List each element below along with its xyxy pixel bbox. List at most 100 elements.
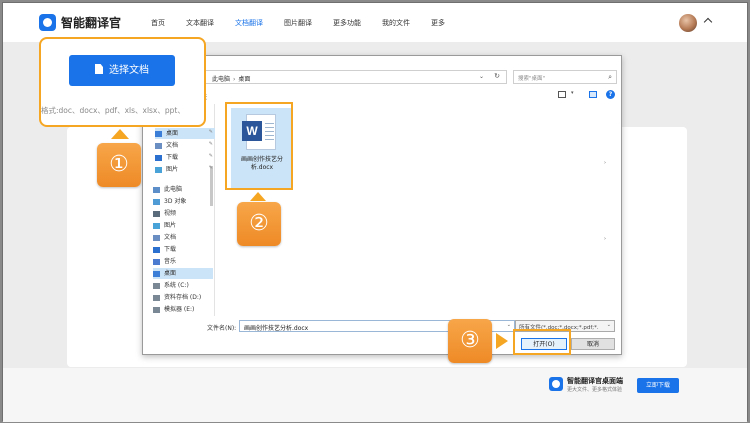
folder-icon xyxy=(155,166,162,173)
sidebar-item[interactable]: 模拟器 (E:) xyxy=(153,304,213,315)
folder-icon xyxy=(155,154,162,161)
breadcrumb-desktop[interactable]: 桌面 xyxy=(238,76,250,83)
chevron-up-icon[interactable] xyxy=(703,17,713,27)
nav-more-features[interactable]: 更多功能 xyxy=(333,18,361,28)
sidebar-item[interactable]: 图片 xyxy=(153,220,213,231)
address-bar[interactable]: 此电脑 › 桌面 ⌄ ↻ xyxy=(205,70,507,84)
nav-more[interactable]: 更多 xyxy=(431,18,445,28)
callout-pointer-icon xyxy=(250,192,266,201)
file-scrollbar[interactable]: › › xyxy=(601,104,613,316)
sidebar-item-label: 音乐 xyxy=(164,258,177,265)
filename-value: 画画创作技艺分析.docx xyxy=(244,325,309,332)
sidebar-item-label: 下载 xyxy=(164,246,177,253)
scroll-arrow-icon[interactable]: › xyxy=(604,160,606,166)
callout-pointer-icon xyxy=(496,333,508,349)
filename-label: 文件名(N): xyxy=(207,325,237,332)
sidebar-item[interactable]: 资料存档 (D:) xyxy=(153,292,213,303)
sidebar-item[interactable]: 下载 xyxy=(153,244,213,255)
file-type-dropdown-icon[interactable]: ⌄ xyxy=(607,322,611,328)
folder-icon xyxy=(153,306,160,313)
folder-icon xyxy=(153,282,160,289)
sidebar-item[interactable]: 文档 ✎ xyxy=(155,140,215,151)
supported-formats: 格式:doc、docx、pdf、xls、xlsx、ppt、 xyxy=(41,106,185,115)
main-nav: 首页 文本翻译 文档翻译 图片翻译 更多功能 我的文件 更多 xyxy=(151,18,466,28)
callout-pointer-icon xyxy=(111,129,129,139)
pin-icon: ✎ xyxy=(208,129,213,135)
sidebar-item-label: 下载 xyxy=(166,154,179,161)
sidebar-item[interactable]: 桌面 xyxy=(153,268,213,279)
sidebar-item-label: 文档 xyxy=(166,142,179,149)
sidebar-item[interactable]: 3D 对象 xyxy=(153,196,213,207)
address-dropdown-icon[interactable]: ⌄ xyxy=(479,73,484,80)
avatar[interactable] xyxy=(679,14,697,32)
folder-icon xyxy=(155,130,162,137)
sidebar-item[interactable]: 下载 ✎ xyxy=(155,152,215,163)
sidebar-item[interactable]: 系统 (C:) xyxy=(153,280,213,291)
pin-icon: ✎ xyxy=(208,165,213,171)
folder-icon xyxy=(153,186,160,193)
sidebar-item[interactable]: 文档 xyxy=(153,232,213,243)
folder-icon xyxy=(153,294,160,301)
nav-home[interactable]: 首页 xyxy=(151,18,165,28)
sidebar-item-label: 图片 xyxy=(166,166,179,173)
folder-icon xyxy=(155,142,162,149)
step-badge-2: ② xyxy=(237,202,281,246)
filename-dropdown-icon[interactable]: ⌄ xyxy=(507,322,511,328)
search-placeholder: 搜索"桌面" xyxy=(518,76,546,82)
breadcrumb: 此电脑 › 桌面 xyxy=(212,74,250,83)
sidebar-item[interactable]: 视频 xyxy=(153,208,213,219)
preview-pane-icon[interactable] xyxy=(589,91,597,98)
file-open-dialog: 此电脑›桌面 ⌄ ↻ 搜索"桌面" ⌕ 夹 ▾ ? 桌面✎文档✎下载✎图片✎此电… xyxy=(142,55,622,355)
navigation-pane: 桌面 ✎ 文档 ✎ 下载 ✎ 图片 ✎ 此电脑 3D 对象 视频 图片 文档 下载 音乐 桌面 系统 (C:) 资… xyxy=(143,104,215,316)
page-frame: 智能翻译官 首页 文本翻译 文档翻译 图片翻译 更多功能 我的文件 更多 智能翻… xyxy=(2,2,748,422)
select-document-button[interactable]: 选择文档 xyxy=(69,55,175,86)
sidebar-item[interactable]: 音乐 xyxy=(153,256,213,267)
sidebar-item-label: 此电脑 xyxy=(164,186,183,193)
sidebar-item-label: 资料存档 (D:) xyxy=(164,294,202,301)
app-name[interactable]: 智能翻译官 xyxy=(61,14,121,31)
file-highlight xyxy=(225,102,293,190)
folder-icon xyxy=(153,198,160,205)
folder-icon xyxy=(153,210,160,217)
sidebar-item-label: 视频 xyxy=(164,210,177,217)
sidebar-item-label: 图片 xyxy=(164,222,177,229)
app-logo-icon[interactable] xyxy=(39,14,56,31)
help-icon[interactable]: ? xyxy=(606,90,615,99)
pin-icon: ✎ xyxy=(208,141,213,147)
sidebar-item[interactable]: 图片 ✎ xyxy=(155,164,215,175)
nav-text-translate[interactable]: 文本翻译 xyxy=(186,18,214,28)
search-input[interactable]: 搜索"桌面" ⌕ xyxy=(513,70,617,84)
select-doc-callout: 选择文档 格式:doc、docx、pdf、xls、xlsx、ppt、 xyxy=(39,37,206,127)
folder-icon xyxy=(153,222,160,229)
nav-image-translate[interactable]: 图片翻译 xyxy=(284,18,312,28)
select-document-label: 选择文档 xyxy=(109,65,149,76)
step-badge-3: ③ xyxy=(448,319,492,363)
pin-icon: ✎ xyxy=(208,153,213,159)
sidebar-item-label: 文档 xyxy=(164,234,177,241)
nav-my-files[interactable]: 我的文件 xyxy=(382,18,410,28)
folder-icon xyxy=(153,246,160,253)
scroll-arrow-icon[interactable]: › xyxy=(604,236,606,242)
breadcrumb-this-pc[interactable]: 此电脑 xyxy=(212,76,230,83)
step-badge-1: ① xyxy=(97,143,141,187)
open-button-highlight xyxy=(513,329,571,355)
cancel-button[interactable]: 取消 xyxy=(571,338,615,350)
sidebar-item-label: 桌面 xyxy=(164,270,177,277)
breadcrumb-sep-icon: › xyxy=(233,76,236,83)
promo-subtitle: 更大文件、更多格式体验 xyxy=(567,387,623,393)
address-row: 此电脑 › 桌面 ⌄ ↻ 搜索"桌面" ⌕ xyxy=(143,70,621,86)
view-mode-icon[interactable] xyxy=(558,91,566,98)
promo-title: 智能翻译官桌面端 xyxy=(567,377,623,385)
refresh-icon[interactable]: ↻ xyxy=(494,72,500,80)
sidebar-item-label: 桌面 xyxy=(166,130,179,137)
nav-doc-translate[interactable]: 文档翻译 xyxy=(235,18,263,28)
desktop-app-icon xyxy=(549,377,563,391)
folder-icon xyxy=(153,234,160,241)
download-button[interactable]: 立即下载 xyxy=(637,378,679,393)
sidebar-item[interactable]: 此电脑 xyxy=(153,184,213,195)
search-icon[interactable]: ⌕ xyxy=(608,73,612,82)
sidebar-item[interactable]: 桌面 ✎ xyxy=(155,128,215,139)
document-icon xyxy=(95,64,103,74)
view-dropdown-icon[interactable]: ▾ xyxy=(571,90,574,96)
sidebar-item-label: 系统 (C:) xyxy=(164,282,189,289)
